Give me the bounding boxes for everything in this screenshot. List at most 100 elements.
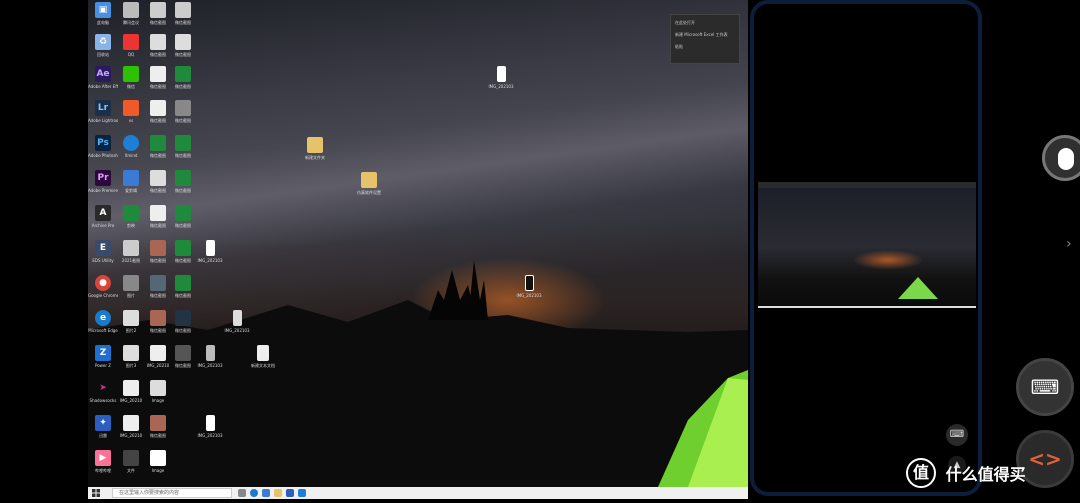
desktop-icon-recycle-bin[interactable]: ♻ 回收站 [88, 34, 118, 57]
image-icon [175, 100, 191, 116]
qq-icon [123, 34, 139, 50]
desktop-icon-col4[interactable]: 微信截图 [168, 135, 198, 158]
desktop-icon-col4[interactable]: 微信截图 [168, 240, 198, 263]
context-menu-item[interactable]: 粘贴 [675, 41, 735, 53]
desktop-icon-img[interactable]: IMG_202103 [222, 310, 252, 333]
desktop-icon-col3[interactable]: Image [143, 450, 173, 473]
desktop-icon-photoshop[interactable]: Ps Adobe Photoshop [88, 135, 118, 158]
desktop-icon-img[interactable]: IMG_202103 [486, 66, 516, 89]
desktop-icon-img[interactable]: IMG_202103 [195, 345, 225, 368]
app-taskbar-icon[interactable] [298, 489, 306, 497]
desktop-icon-col2[interactable]: 文件 [116, 450, 146, 473]
desktop-icon-shadowsocks[interactable]: ➤ Shadowsocks [88, 380, 118, 403]
photoshop-icon: Ps [95, 135, 111, 151]
desktop-icon-folder[interactable]: 仿真软件设置 [354, 172, 384, 195]
desktop-icon-col2[interactable]: 图片2 [116, 310, 146, 333]
file-explorer-icon[interactable] [274, 489, 282, 497]
image-icon [150, 205, 166, 221]
archive-icon: A [95, 205, 111, 221]
image-icon [175, 205, 191, 221]
desktop-icon-eds-utility[interactable]: E EDS Utility [88, 240, 118, 263]
chevron-right-icon[interactable]: › [1066, 236, 1072, 252]
desktop-icon-this-pc[interactable]: ▣ 此电脑 [88, 2, 118, 25]
xmind-icon [123, 135, 139, 151]
desktop-icon-col2[interactable]: 剪映 [116, 205, 146, 228]
desktop-icon-col2[interactable]: IMG_20210 [116, 380, 146, 403]
document-icon [257, 345, 269, 361]
app-taskbar-icon[interactable] [286, 489, 294, 497]
task-view-icon[interactable] [238, 489, 246, 497]
watermark: 值 什么值得买 [906, 458, 1076, 498]
mirrored-desktop-preview[interactable] [758, 182, 976, 308]
desktop-icon-col4[interactable]: 微信截图 [168, 100, 198, 123]
desktop-icon-xunlei[interactable]: ✦ 迅雷 [88, 415, 118, 438]
file-icon [123, 2, 139, 18]
desktop-icon-col3[interactable]: Image [143, 380, 173, 403]
desktop-icon-after-effects[interactable]: Ae Adobe After Effects 2020 [88, 66, 118, 89]
desktop-icon-img[interactable]: IMG_202103 [514, 275, 544, 298]
image-icon [150, 2, 166, 18]
windows-start-icon[interactable] [92, 489, 100, 497]
windows-desktop[interactable]: ▣ 此电脑 ♻ 回收站 Ae Adobe After Effects 2020 … [88, 0, 748, 487]
excel-icon [123, 205, 139, 221]
desktop-icon-col2[interactable]: IMG_20210 [116, 415, 146, 438]
desktop-icon-power-z[interactable]: Z Power Z [88, 345, 118, 368]
desktop-icon-col2[interactable]: 2021截图 [116, 240, 146, 263]
image-icon [150, 345, 166, 361]
taskbar-search-input[interactable]: 在这里输入你要搜索的内容 [112, 488, 232, 498]
context-menu-item[interactable]: 新建 Microsoft Excel 工作表 [675, 29, 735, 41]
desktop-icon-col2[interactable]: vs [116, 100, 146, 123]
wechat-icon [123, 66, 139, 82]
image-icon [175, 170, 191, 186]
desktop-icon-col2[interactable]: 图片 [116, 275, 146, 298]
left-margin [0, 0, 88, 503]
phone-keyboard-icon[interactable]: ⌨ [946, 424, 968, 446]
image-icon [175, 2, 191, 18]
desktop-icon-lightroom[interactable]: Lr Adobe Lightroom [88, 100, 118, 123]
desktop-icon-col2[interactable]: 腾讯会议 [116, 2, 146, 25]
mail-icon[interactable] [262, 489, 270, 497]
desktop-icon-edge[interactable]: e Microsoft Edge [88, 310, 118, 333]
this-pc-icon: ▣ [95, 2, 111, 18]
folder-icon [361, 172, 377, 188]
desktop-icon-img[interactable]: IMG_202103 [195, 240, 225, 263]
mirrored-wallpaper [758, 188, 976, 306]
phone-screenshot-icon [232, 310, 242, 326]
windows-taskbar: 在这里输入你要搜索的内容 [88, 487, 748, 499]
context-menu[interactable]: 在此处打开 新建 Microsoft Excel 工作表 粘贴 [670, 14, 740, 64]
desktop-icon-col2[interactable]: 微信 [116, 66, 146, 89]
desktop-icon-col4[interactable]: 微信截图 [168, 66, 198, 89]
desktop-icon-col2[interactable]: Xmind [116, 135, 146, 158]
image-icon [150, 34, 166, 50]
context-menu-item[interactable]: 在此处打开 [675, 17, 735, 29]
desktop-icon-col4[interactable]: 微信截图 [168, 2, 198, 25]
desktop-icon-col4[interactable]: 微信截图 [168, 310, 198, 333]
desktop-icon-col3[interactable]: 微信截图 [143, 415, 173, 438]
desktop-icon-img[interactable]: IMG_202103 [195, 415, 225, 438]
desktop-icon-folder[interactable]: 新建文件夹 [300, 137, 330, 160]
desktop-icon-col4[interactable]: 微信截图 [168, 170, 198, 193]
desktop-icon-new-text[interactable]: 新建文本文档 [248, 345, 278, 368]
desktop-icon-col2[interactable]: 图片3 [116, 345, 146, 368]
excel-icon [150, 135, 166, 151]
desktop-icon-col2[interactable]: 爱剪辑 [116, 170, 146, 193]
desktop-icon-chrome[interactable]: ● Google Chrome [88, 275, 118, 298]
desktop-icon-col4[interactable]: 微信截图 [168, 345, 198, 368]
desktop-icon-col4[interactable]: 微信截图 [168, 34, 198, 57]
phone-screen[interactable] [754, 4, 978, 492]
desktop-icon-col4[interactable]: 微信截图 [168, 205, 198, 228]
watermark-text: 什么值得买 [945, 465, 1026, 484]
desktop-icon-col4[interactable]: 微信截图 [168, 275, 198, 298]
image-icon [123, 345, 139, 361]
desktop-icon-col2[interactable]: QQ [116, 34, 146, 57]
desktop-icon-premiere[interactable]: Pr Adobe Premiere P... [88, 170, 118, 193]
desktop-icon-bilibili[interactable]: ▶ 哔哩哔哩 [88, 450, 118, 473]
mouse-mode-button[interactable] [1042, 135, 1080, 181]
image-icon [175, 275, 191, 291]
image-icon [150, 275, 166, 291]
desktop-icon-archive[interactable]: A Archive Pro [88, 205, 118, 228]
keyboard-button[interactable]: ⌨ [1016, 358, 1074, 416]
phone-screenshot-icon [205, 415, 215, 431]
image-icon [123, 275, 139, 291]
edge-taskbar-icon[interactable] [250, 489, 258, 497]
